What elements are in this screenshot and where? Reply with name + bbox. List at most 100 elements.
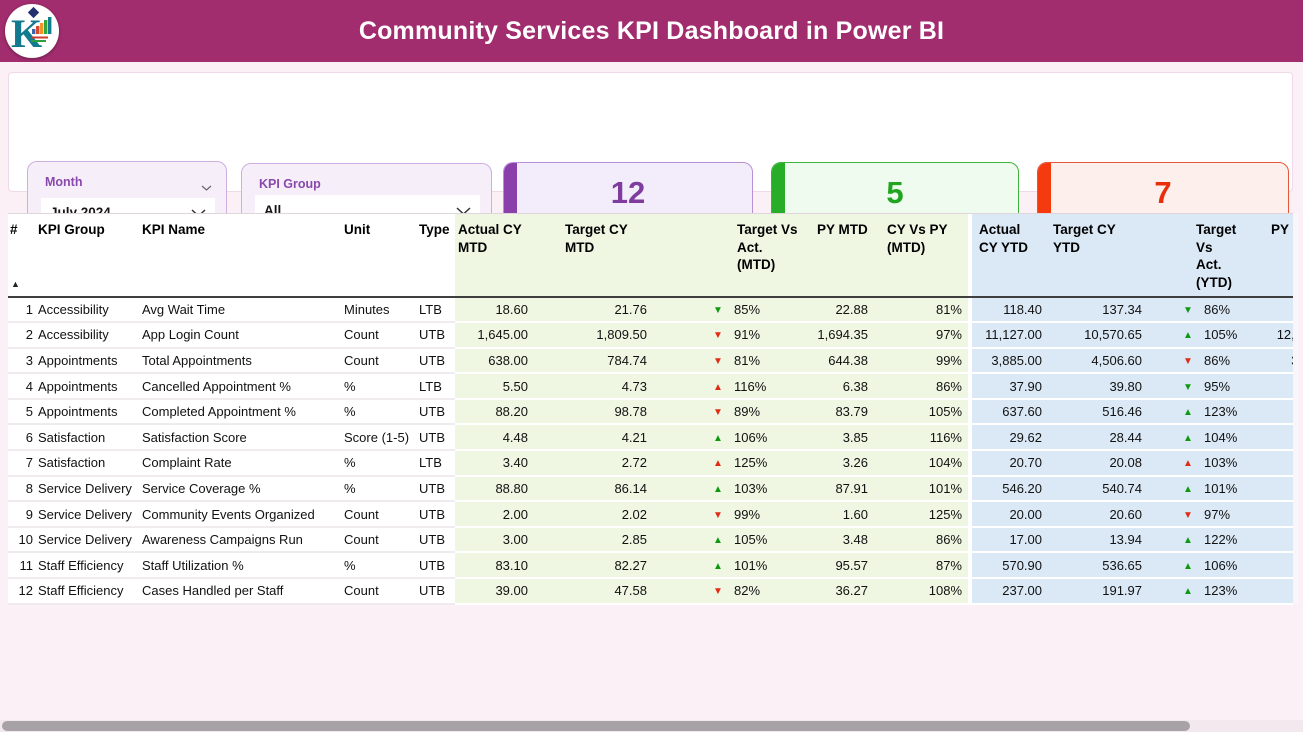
trend-down-icon: ▼ bbox=[713, 407, 726, 418]
column-header-actual-cy-mtd[interactable]: Actual CY MTD bbox=[455, 214, 533, 297]
cell-actual-cy-mtd: 638.00 bbox=[455, 348, 533, 374]
cell-num: 12 bbox=[8, 578, 36, 604]
trend-down-icon: ▼ bbox=[1183, 382, 1196, 393]
trend-up-icon: ▲ bbox=[713, 484, 726, 495]
cell-actual-cy-ytd: 20.70 bbox=[972, 450, 1044, 476]
cell-num: 11 bbox=[8, 552, 36, 578]
variance-percent: 97% bbox=[1204, 507, 1230, 522]
column-header-unit[interactable]: Unit bbox=[342, 214, 417, 297]
cell-cy-vs-py-mtd: 81% bbox=[870, 297, 968, 323]
cell-kpi-group: Service Delivery bbox=[36, 527, 140, 553]
horizontal-scrollbar-track[interactable] bbox=[0, 720, 1303, 732]
column-header-py-ytd[interactable]: PY bbox=[1242, 214, 1293, 297]
cell-py-mtd: 3.48 bbox=[805, 527, 870, 553]
mtd-target-missed-value: 7 bbox=[1038, 176, 1288, 210]
cell-kpi-name: Awareness Campaigns Run bbox=[140, 527, 342, 553]
cell-actual-cy-mtd: 39.00 bbox=[455, 578, 533, 604]
trend-up-icon: ▲ bbox=[1183, 433, 1196, 444]
cell-cy-vs-py-mtd: 97% bbox=[870, 322, 968, 348]
mtd-target-meet-value: 5 bbox=[772, 176, 1018, 210]
kpi-table: #▲KPI GroupKPI NameUnitTypeActual CY MTD… bbox=[8, 213, 1293, 605]
cell-actual-cy-mtd: 4.48 bbox=[455, 424, 533, 450]
cell-unit: Count bbox=[342, 322, 417, 348]
cell-target-cy-ytd: 28.44 bbox=[1044, 424, 1146, 450]
cell-kpi-group: Appointments bbox=[36, 399, 140, 425]
cell-cy-vs-py-mtd: 125% bbox=[870, 501, 968, 527]
cell-num: 2 bbox=[8, 322, 36, 348]
cell-target-vs-act-ytd: ▲122% bbox=[1146, 527, 1242, 553]
horizontal-scrollbar-thumb[interactable] bbox=[2, 721, 1190, 731]
column-header-kpi-name[interactable]: KPI Name bbox=[140, 214, 342, 297]
trend-up-icon: ▲ bbox=[713, 458, 726, 469]
cell-target-cy-ytd: 4,506.60 bbox=[1044, 348, 1146, 374]
table-vertical-scrollbar[interactable] bbox=[1293, 213, 1299, 605]
cell-target-cy-ytd: 540.74 bbox=[1044, 476, 1146, 502]
company-logo: K bbox=[5, 4, 59, 58]
variance-percent: 105% bbox=[734, 532, 767, 547]
dashboard-page: Community Services KPI Dashboard in Powe… bbox=[0, 0, 1303, 732]
cell-kpi-name: Cancelled Appointment % bbox=[140, 373, 342, 399]
cell-target-vs-act-mtd: ▼91% bbox=[650, 322, 805, 348]
column-header-py-mtd[interactable]: PY MTD bbox=[805, 214, 870, 297]
cell-py-ytd bbox=[1242, 501, 1293, 527]
trend-down-icon: ▼ bbox=[713, 356, 726, 367]
cell-target-cy-mtd: 47.58 bbox=[533, 578, 650, 604]
table-header-row: #▲KPI GroupKPI NameUnitTypeActual CY MTD… bbox=[8, 214, 1293, 297]
cell-target-vs-act-mtd: ▲101% bbox=[650, 552, 805, 578]
column-header-type[interactable]: Type bbox=[417, 214, 455, 297]
cell-kpi-name: Satisfaction Score bbox=[140, 424, 342, 450]
variance-percent: 89% bbox=[734, 404, 760, 419]
variance-percent: 125% bbox=[734, 455, 767, 470]
variance-percent: 106% bbox=[1204, 558, 1237, 573]
cell-target-cy-ytd: 39.80 bbox=[1044, 373, 1146, 399]
cell-unit: % bbox=[342, 399, 417, 425]
cell-target-vs-act-ytd: ▲123% bbox=[1146, 399, 1242, 425]
cell-actual-cy-mtd: 2.00 bbox=[455, 501, 533, 527]
variance-percent: 99% bbox=[734, 507, 760, 522]
chevron-down-icon[interactable] bbox=[201, 178, 212, 196]
variance-percent: 116% bbox=[734, 379, 766, 394]
cell-num: 4 bbox=[8, 373, 36, 399]
cell-cy-vs-py-mtd: 105% bbox=[870, 399, 968, 425]
cell-kpi-group: Satisfaction bbox=[36, 424, 140, 450]
cell-num: 10 bbox=[8, 527, 36, 553]
variance-percent: 104% bbox=[1204, 430, 1237, 445]
variance-percent: 103% bbox=[734, 481, 767, 496]
variance-percent: 85% bbox=[734, 302, 760, 317]
cell-target-cy-mtd: 21.76 bbox=[533, 297, 650, 323]
cell-py-ytd bbox=[1242, 527, 1293, 553]
variance-percent: 101% bbox=[1204, 481, 1237, 496]
cell-kpi-name: Service Coverage % bbox=[140, 476, 342, 502]
cell-actual-cy-ytd: 3,885.00 bbox=[972, 348, 1044, 374]
cell-type: UTB bbox=[417, 578, 455, 604]
cell-target-vs-act-mtd: ▲ 125% bbox=[650, 450, 805, 476]
cell-actual-cy-mtd: 1,645.00 bbox=[455, 322, 533, 348]
cell-kpi-name: Cases Handled per Staff bbox=[140, 578, 342, 604]
cell-target-vs-act-ytd: ▲101% bbox=[1146, 476, 1242, 502]
cell-target-cy-mtd: 4.21 bbox=[533, 424, 650, 450]
table-row: 3AppointmentsTotal AppointmentsCountUTB6… bbox=[8, 348, 1293, 374]
column-header-actual-cy-ytd[interactable]: Actual CY YTD bbox=[972, 214, 1044, 297]
column-header-num[interactable]: #▲ bbox=[8, 214, 36, 297]
column-header-target-cy-mtd[interactable]: Target CY MTD bbox=[533, 214, 650, 297]
table-row: 10Service DeliveryAwareness Campaigns Ru… bbox=[8, 527, 1293, 553]
cell-actual-cy-ytd: 237.00 bbox=[972, 578, 1044, 604]
cell-target-vs-act-ytd: ▲103% bbox=[1146, 450, 1242, 476]
cell-actual-cy-mtd: 88.20 bbox=[455, 399, 533, 425]
column-header-kpi-group[interactable]: KPI Group bbox=[36, 214, 140, 297]
cell-py-mtd: 3.85 bbox=[805, 424, 870, 450]
column-header-target-cy-ytd[interactable]: Target CY YTD bbox=[1044, 214, 1146, 297]
cell-py-mtd: 1.60 bbox=[805, 501, 870, 527]
cell-kpi-name: App Login Count bbox=[140, 322, 342, 348]
cell-actual-cy-ytd: 11,127.00 bbox=[972, 322, 1044, 348]
cell-py-mtd: 3.26 bbox=[805, 450, 870, 476]
column-header-target-vs-act-mtd[interactable]: Target Vs Act. (MTD) bbox=[650, 214, 805, 297]
column-header-cy-vs-py-mtd[interactable]: CY Vs PY (MTD) bbox=[870, 214, 968, 297]
cell-target-vs-act-ytd: ▼86% bbox=[1146, 297, 1242, 323]
cell-py-ytd bbox=[1242, 297, 1293, 323]
cell-target-cy-mtd: 86.14 bbox=[533, 476, 650, 502]
cell-target-vs-act-mtd: ▼81% bbox=[650, 348, 805, 374]
variance-percent: 86% bbox=[1204, 353, 1230, 368]
column-header-target-vs-act-ytd[interactable]: Target Vs Act. (YTD) bbox=[1146, 214, 1242, 297]
kpi-group-slicer-label: KPI Group bbox=[259, 177, 321, 191]
